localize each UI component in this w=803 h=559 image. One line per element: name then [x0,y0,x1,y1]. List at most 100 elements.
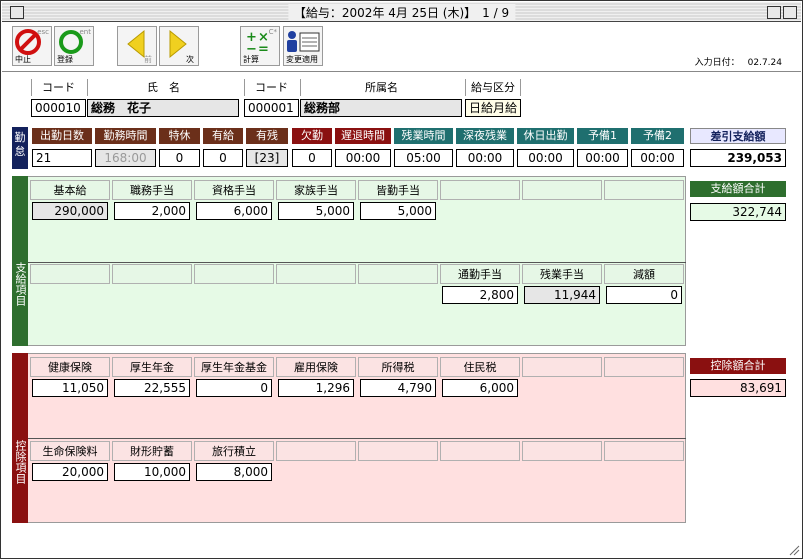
payments-row1-caption-6 [522,180,602,200]
attendance-label-5: 欠勤 [292,128,332,144]
circle-icon [59,30,83,54]
net-pay-value: 239,053 [690,149,786,167]
attendance-label-10: 予備1 [577,128,628,144]
pay-type-field[interactable]: 日給月給 [465,99,521,117]
deductions-row1-value-1[interactable]: 22,555 [114,379,190,397]
apply-changes-button[interactable]: 変更適用 [283,26,323,66]
attendance-label-11: 予備2 [631,128,684,144]
deductions-row-divider [28,438,686,439]
calc-button[interactable]: C* + × − = 計算 [240,26,280,66]
stop-button[interactable]: esc 中止 [12,26,52,66]
deductions-row2-caption-5 [440,441,520,461]
payments-row2-caption-2 [194,264,274,284]
deductions-row1-value-4[interactable]: 4,790 [360,379,436,397]
attendance-value-6[interactable]: 00:00 [335,149,391,167]
payments-row1-caption-7 [604,180,684,200]
deductions-side-label: 控除項目 [12,353,28,523]
attendance-value-8[interactable]: 00:00 [456,149,514,167]
deductions-row1-value-2[interactable]: 0 [196,379,272,397]
payments-row2-value-0[interactable]: 2,800 [442,286,518,304]
title-bar[interactable]: 【給与：2002年 4月 25日 (木)】 1 / 9 [2,2,801,22]
attendance-value-0[interactable]: 21 [32,149,92,167]
stop-label: 中止 [15,55,31,64]
input-date: 入力日付： 02.7.24 [695,55,782,68]
deductions-row1-value-0[interactable]: 11,050 [32,379,108,397]
payments-row1-caption-3: 家族手当 [276,180,356,200]
attendance-value-3[interactable]: 0 [203,149,243,167]
deductions-row2-caption-7 [604,441,684,461]
attendance-value-10[interactable]: 00:00 [577,149,628,167]
payments-row2-value-1: 11,944 [524,286,600,304]
payments-row1-value-4[interactable]: 5,000 [360,202,436,220]
dept-name-field: 総務部 [300,99,462,117]
input-date-label: 入力日付： [694,58,740,68]
deductions-row1-value-5[interactable]: 6,000 [442,379,518,397]
zoom-box[interactable] [767,6,781,19]
payments-row2-caption-6: 残業手当 [522,264,602,284]
payments-row-divider [28,262,686,263]
payments-row1-caption-0: 基本給 [30,180,110,200]
attendance-side-label: 勤怠 [12,127,28,169]
dept-code-header: コード [244,79,298,96]
employee-name-field: 総務 花子 [87,99,239,117]
payments-row2-value-2[interactable]: 0 [606,286,682,304]
deductions-total-value: 83,691 [690,379,786,397]
deductions-row2-value-0[interactable]: 20,000 [32,463,108,481]
next-button[interactable]: 次 [159,26,199,66]
user-list-icon [287,31,320,52]
payments-row1-caption-1: 職務手当 [112,180,192,200]
attendance-value-5[interactable]: 0 [292,149,332,167]
prev-button[interactable]: 前 [117,26,157,66]
payments-row1-value-3[interactable]: 5,000 [278,202,354,220]
net-pay-label: 差引支給額 [690,128,786,144]
attendance-value-9[interactable]: 00:00 [517,149,574,167]
dept-code-field[interactable]: 000001 [244,99,299,117]
attendance-label-2: 特休 [159,128,200,144]
resize-grip-icon[interactable] [788,544,800,556]
attendance-label-9: 休日出勤 [517,128,574,144]
payments-row2-caption-5: 通勤手当 [440,264,520,284]
attendance-value-2[interactable]: 0 [159,149,200,167]
payments-row1-value-2[interactable]: 6,000 [196,202,272,220]
payments-row1-caption-4: 皆勤手当 [358,180,438,200]
payments-row1-value-0: 290,000 [32,202,108,220]
register-button[interactable]: ent 登録 [54,26,94,66]
attendance-label-8: 深夜残業 [456,128,514,144]
toolbar-divider [2,71,801,72]
payments-row2-caption-4 [358,264,438,284]
attendance-label-1: 勤務時間 [95,128,156,144]
close-box[interactable] [10,6,24,19]
deductions-row2-value-1[interactable]: 10,000 [114,463,190,481]
employee-code-field[interactable]: 000010 [31,99,86,117]
deductions-row2-caption-2: 旅行積立 [194,441,274,461]
attendance-label-7: 残業時間 [394,128,453,144]
deductions-row2-value-2[interactable]: 8,000 [196,463,272,481]
attendance-value-11[interactable]: 00:00 [631,149,684,167]
deductions-row1-caption-7 [604,357,684,377]
deductions-row2-caption-4 [358,441,438,461]
calc-label: 計算 [243,55,259,64]
prev-label: 前 [144,55,152,64]
stop-icon [15,29,41,55]
deductions-row1-caption-0: 健康保険 [30,357,110,377]
payments-row1-value-1[interactable]: 2,000 [114,202,190,220]
deductions-row1-value-3[interactable]: 1,296 [278,379,354,397]
deductions-row2-caption-0: 生命保険料 [30,441,110,461]
deductions-row2-caption-1: 財形貯蓄 [112,441,192,461]
svg-text:=: = [258,42,269,55]
payments-row1-caption-5 [440,180,520,200]
payments-total-label: 支給額合計 [690,181,786,197]
calculator-icon: + × − = [246,30,269,55]
attendance-label-6: 遅退時間 [335,128,391,144]
pay-type-header: 給与区分 [465,79,521,96]
payments-row2-caption-1 [112,264,192,284]
payroll-window: 【給与：2002年 4月 25日 (木)】 1 / 9 esc 中止 ent 登… [0,0,803,559]
payments-total-value: 322,744 [690,203,786,221]
employee-name-header: 氏 名 [87,79,239,96]
deductions-total-label: 控除額合計 [690,358,786,374]
dept-name-header: 所属名 [300,79,462,96]
attendance-value-7[interactable]: 05:00 [394,149,453,167]
attendance-value-1: 168:00 [95,149,156,167]
collapse-box[interactable] [783,6,797,19]
deductions-row1-caption-6 [522,357,602,377]
